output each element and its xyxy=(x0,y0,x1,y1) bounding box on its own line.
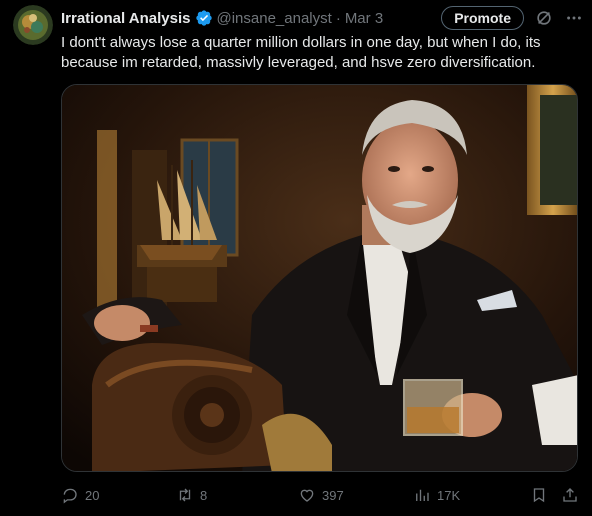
author-display-name[interactable]: Irrational Analysis xyxy=(61,10,191,27)
like-count: 397 xyxy=(322,487,344,503)
reply-count: 20 xyxy=(85,487,100,503)
promote-button[interactable]: Promote xyxy=(441,6,524,30)
like-button[interactable]: 397 xyxy=(298,486,344,504)
bookmark-button[interactable] xyxy=(530,486,554,504)
views-button[interactable]: 17K xyxy=(413,486,460,504)
bookmark-icon xyxy=(533,488,545,503)
views-count: 17K xyxy=(437,487,461,503)
share-button[interactable] xyxy=(561,486,585,504)
verified-badge-icon[interactable] xyxy=(195,9,213,27)
analytics-icon xyxy=(416,489,429,501)
reply-icon xyxy=(63,488,77,504)
author-avatar[interactable] xyxy=(13,5,53,45)
tweet-actions: 20 8 397 17K xyxy=(61,484,581,506)
tweet-date[interactable]: Mar 3 xyxy=(345,10,383,27)
heart-icon xyxy=(300,489,314,502)
tweet-text: I dont't always lose a quarter million d… xyxy=(61,34,545,71)
repost-count: 8 xyxy=(200,487,208,503)
share-icon xyxy=(563,488,577,502)
repost-button[interactable]: 8 xyxy=(176,486,207,504)
grok-icon[interactable] xyxy=(534,8,554,28)
tweet-media-image[interactable] xyxy=(61,84,578,472)
tweet-header: Irrational Analysis @insane_analyst · Ma… xyxy=(61,6,584,30)
author-handle[interactable]: @insane_analyst xyxy=(217,10,332,27)
repost-icon xyxy=(179,488,191,502)
reply-button[interactable]: 20 xyxy=(61,486,99,504)
more-options-icon[interactable] xyxy=(564,8,584,28)
separator-dot: · xyxy=(335,9,341,27)
